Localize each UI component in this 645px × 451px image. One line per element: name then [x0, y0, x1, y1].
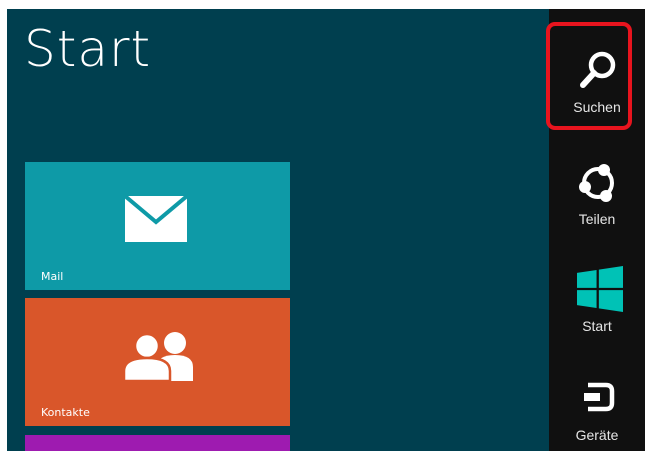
people-icon [123, 332, 193, 381]
charm-label: Teilen [578, 211, 616, 227]
tile-contacts[interactable]: Kontakte [25, 298, 290, 426]
charm-devices[interactable]: Geräte [549, 369, 645, 451]
charm-start[interactable]: Start [549, 260, 645, 360]
charm-share[interactable]: Teilen [549, 153, 645, 253]
charm-search[interactable]: Suchen [549, 41, 645, 141]
tile-label: Kontakte [41, 406, 90, 419]
windows-logo-icon [577, 266, 623, 312]
charm-label: Suchen [573, 99, 621, 115]
tile-partial[interactable] [25, 435, 290, 451]
search-icon [580, 51, 616, 88]
charms-bar: Suchen Teilen Start Geräte [549, 9, 645, 451]
mail-icon [125, 196, 187, 242]
tile-mail[interactable]: Mail [25, 162, 290, 290]
charm-label: Geräte [575, 427, 619, 443]
share-icon [579, 164, 614, 202]
charm-label: Start [582, 318, 612, 334]
start-screen: Start Mail Kontakte Suchen Teilen Start … [7, 9, 645, 451]
devices-icon [584, 382, 615, 412]
start-screen-title: Start [24, 20, 152, 78]
tile-label: Mail [41, 270, 64, 283]
